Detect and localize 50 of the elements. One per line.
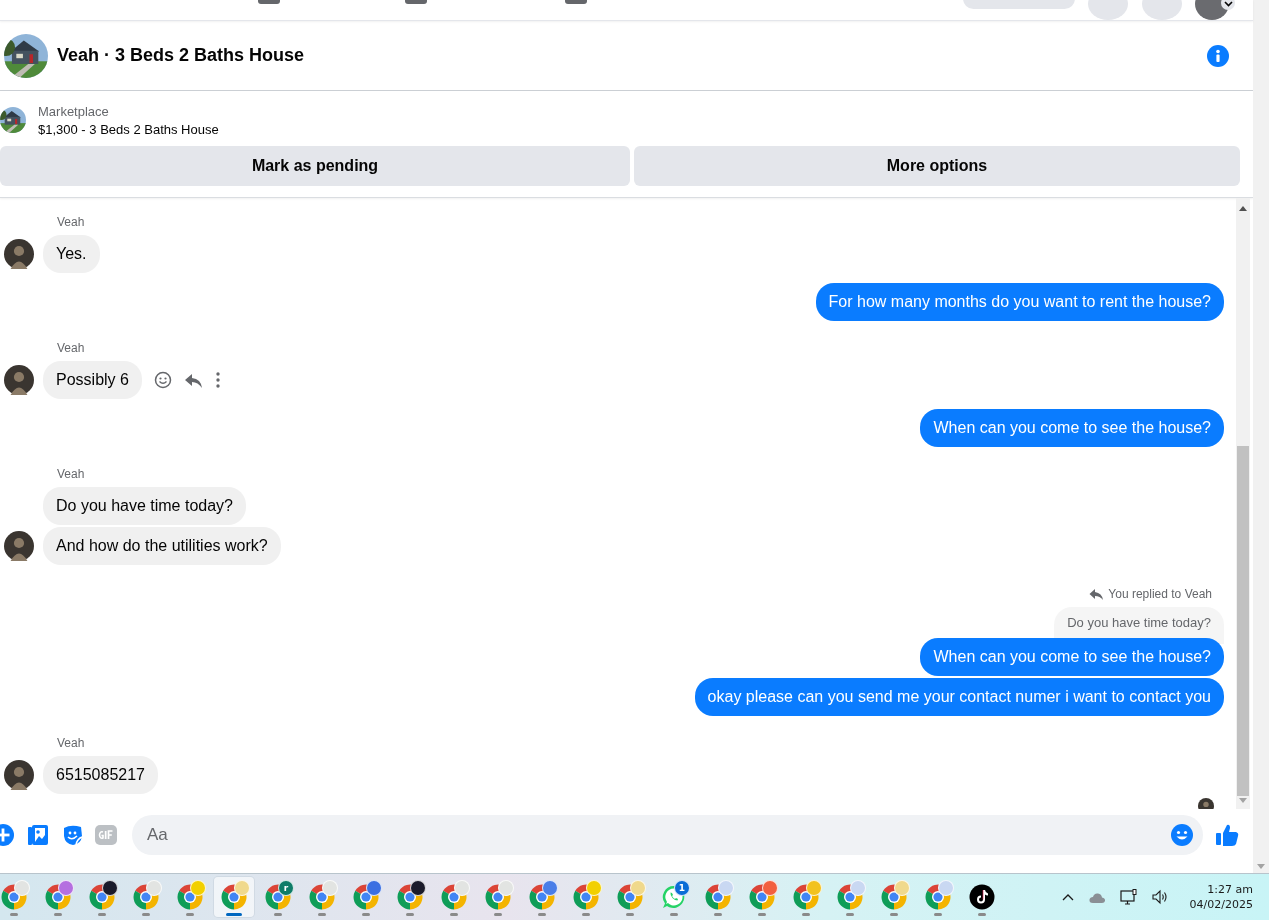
taskbar-app[interactable]: r [258,877,298,917]
reply-icon[interactable] [183,371,203,389]
message-bubble: For how many months do you want to rent the house? [815,283,1224,321]
sticker-icon[interactable] [61,824,83,846]
photo-icon[interactable] [27,824,49,846]
listing-title: $1,300 - 3 Beds 2 Baths House [38,121,219,137]
date-text: 04/02/2025 [1189,898,1253,911]
message-bubble: Yes. [43,235,100,273]
action-button[interactable]: More options [634,146,1240,186]
clock[interactable]: 1:27 am 04/02/2025 [1189,883,1253,911]
message-field[interactable]: Aa [132,815,1203,855]
scroll-down-icon[interactable] [1257,864,1265,869]
network-icon[interactable] [1119,889,1138,905]
avatar [4,365,34,395]
chevron-down-icon[interactable] [1223,0,1233,7]
info-icon[interactable] [1207,44,1229,67]
more-icon[interactable] [214,371,221,389]
conversation-title: Veah · 3 Beds 2 Baths House [57,45,306,66]
sender-name: Veah [57,215,86,229]
message-input[interactable]: Aa [145,824,1171,846]
sender-name: Veah [57,736,86,750]
message-bubble: Do you have time today? [43,487,246,525]
avatar [4,760,34,790]
badge: 1 [674,880,690,896]
emoji-icon[interactable] [1171,824,1193,846]
reply-icon [1089,588,1104,600]
sender-name: Veah [57,467,86,481]
sender-name: Veah [57,341,86,355]
message-bubble: Possibly 6 [43,361,142,399]
avatar [4,239,34,269]
reply-label: You replied to Veah [1108,587,1212,601]
time-text: 1:27 am [1207,883,1253,896]
listing-source: Marketplace [38,103,110,119]
message-bubble: okay please can you send me your contact numer i want to contact you [694,678,1224,716]
scroll-up-icon[interactable] [1239,206,1247,211]
message-bubble: When can you come to see the house? [920,638,1224,676]
scroll-down-icon[interactable] [1239,798,1247,803]
message-bubble: 6515085217 [43,756,158,794]
volume-icon[interactable] [1151,889,1168,905]
emoji-icon[interactable] [153,371,172,389]
cloud-icon[interactable] [1087,890,1106,904]
taskbar-app[interactable]: 1 [654,877,694,917]
message-bubble: And how do the utilities work? [43,527,281,565]
avatar [4,531,34,561]
badge: r [278,880,294,896]
chevron-up-icon[interactable] [1061,893,1074,901]
thumbs-up-icon[interactable] [1215,823,1239,847]
action-button[interactable]: Mark as pending [0,146,630,186]
message-bubble: When can you come to see the house? [920,409,1224,447]
music-note-icon [969,884,995,910]
